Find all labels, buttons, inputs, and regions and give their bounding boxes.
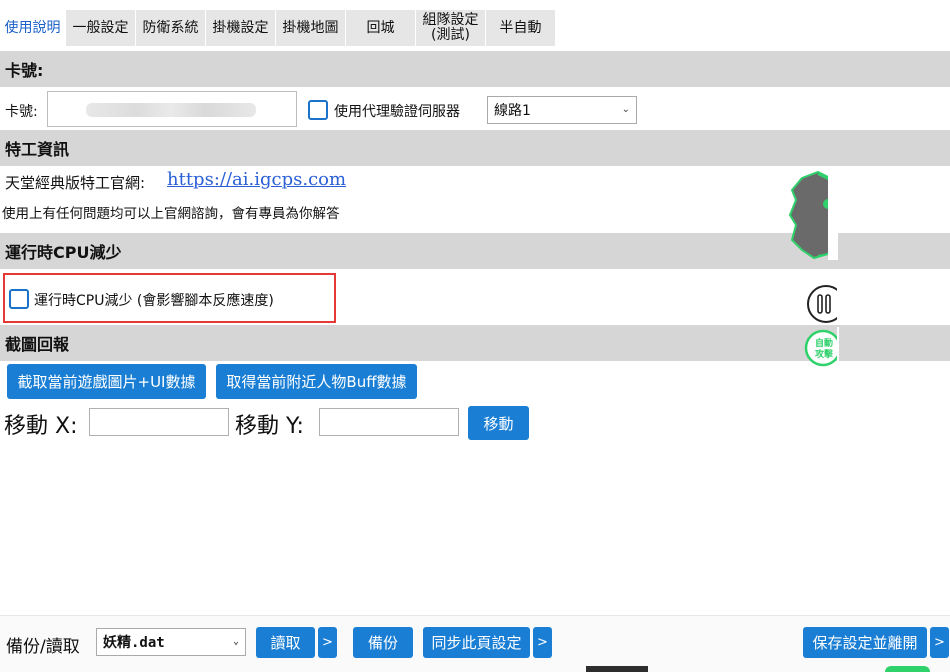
- capture-game-image-button[interactable]: 截取當前遊戲圖片+UI數據: [7, 364, 206, 399]
- move-button[interactable]: 移動: [468, 406, 529, 440]
- tab-return-town[interactable]: 回城: [346, 10, 416, 46]
- pause-icon[interactable]: [804, 283, 840, 325]
- tab-party-settings[interactable]: 組隊設定 (測試): [416, 10, 486, 46]
- tab-usage-guide[interactable]: 使用說明: [0, 10, 66, 46]
- get-buff-data-button[interactable]: 取得當前附近人物Buff數據: [216, 364, 417, 399]
- tab-semi-auto[interactable]: 半自動: [486, 10, 556, 46]
- card-section-header: 卡號:: [0, 51, 950, 87]
- backup-label: 備份/讀取: [6, 637, 80, 657]
- tab-general-settings[interactable]: 一般設定: [66, 10, 136, 46]
- tab-bar: 使用說明 一般設定 防衛系統 掛機設定 掛機地圖 回城 組隊設定 (測試) 半自…: [0, 10, 556, 46]
- background-window-strip: [586, 666, 648, 672]
- auto-attack-icon[interactable]: 自動 攻擊: [803, 327, 839, 369]
- chevron-down-icon: ⌄: [621, 103, 630, 115]
- read-more-button[interactable]: >: [318, 627, 337, 658]
- card-number-input[interactable]: [47, 91, 297, 127]
- save-and-exit-button[interactable]: 保存設定並離開: [803, 627, 927, 658]
- cpu-reduce-checkbox[interactable]: [9, 289, 29, 309]
- background-window-strip-green: [885, 666, 930, 672]
- auto-attack-text-top: 自動: [815, 337, 833, 349]
- proxy-checkbox-label: 使用代理驗證伺服器: [334, 104, 460, 120]
- help-text: 使用上有任何問題均可以上官網諮詢，會有專員為你解答: [2, 206, 340, 222]
- redacted-card-number: [86, 103, 256, 117]
- tab-afk-settings[interactable]: 掛機設定: [206, 10, 276, 46]
- server-select[interactable]: 線路1 ⌄: [487, 96, 637, 124]
- site-label: 天堂經典版特工官網:: [5, 174, 146, 192]
- sync-more-button[interactable]: >: [533, 627, 552, 658]
- agent-section-header: 特工資訊: [0, 130, 950, 166]
- sync-page-settings-button[interactable]: 同步此頁設定: [423, 627, 530, 658]
- move-x-input[interactable]: [89, 408, 229, 436]
- chevron-down-icon: ⌄: [232, 635, 239, 647]
- auto-attack-text-bottom: 攻擊: [815, 348, 834, 360]
- card-label: 卡號:: [5, 104, 38, 120]
- move-x-label: 移動 X:: [4, 414, 78, 439]
- backup-button[interactable]: 備份: [353, 627, 413, 658]
- cpu-reduce-label: 運行時CPU減少 (會影響腳本反應速度): [34, 293, 274, 309]
- save-more-button[interactable]: >: [930, 627, 949, 658]
- gear-icon[interactable]: [788, 170, 838, 260]
- move-y-input[interactable]: [319, 408, 459, 436]
- tab-afk-map[interactable]: 掛機地圖: [276, 10, 346, 46]
- proxy-checkbox[interactable]: [308, 100, 328, 120]
- tab-defense-system[interactable]: 防衛系統: [136, 10, 206, 46]
- backup-file-select[interactable]: 妖精.dat ⌄: [96, 628, 246, 656]
- site-link[interactable]: https://ai.igcps.com: [167, 169, 346, 190]
- read-button[interactable]: 讀取: [256, 627, 315, 658]
- move-y-label: 移動 Y:: [235, 414, 304, 439]
